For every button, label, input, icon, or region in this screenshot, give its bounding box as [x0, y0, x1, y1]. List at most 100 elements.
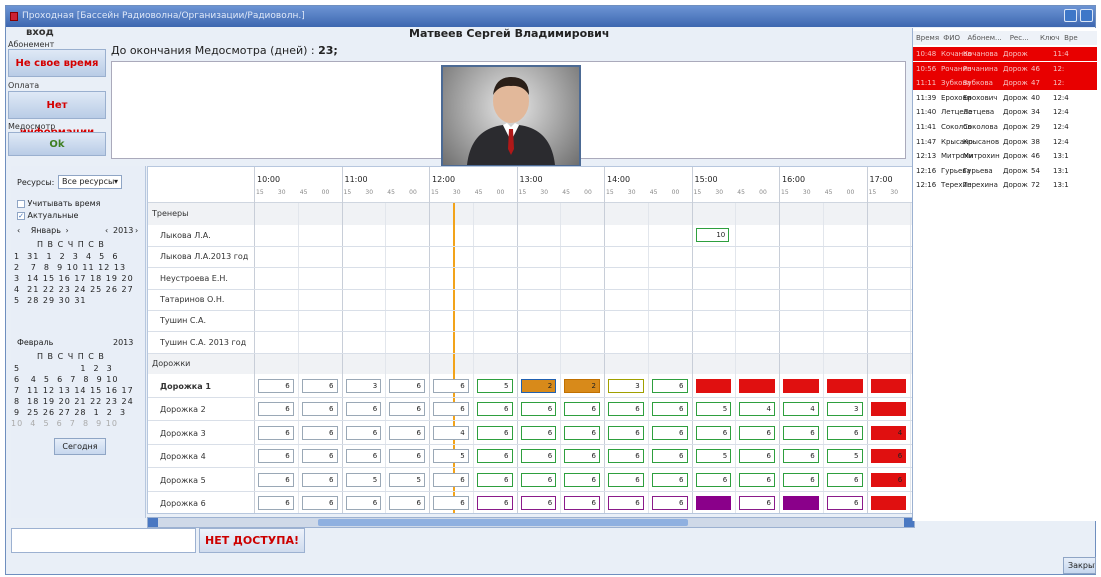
lane-session[interactable]: 6: [695, 425, 732, 440]
lane-session[interactable]: 6: [345, 425, 382, 440]
lane-session[interactable]: 6: [389, 379, 425, 393]
lane-session[interactable]: 6: [476, 449, 513, 464]
lane-session[interactable]: 6: [651, 379, 688, 393]
lane-session[interactable]: [783, 379, 819, 393]
log-row[interactable]: 12:16 ГурьеваГурьева Дорож 54 13:1: [913, 164, 1097, 178]
february-week[interactable]: 9 25 26 27 28 1 2 3: [14, 408, 126, 417]
lane-session[interactable]: 6: [345, 449, 382, 464]
january-week[interactable]: 2 7 8 9 10 11 12 13: [14, 263, 126, 272]
log-row[interactable]: 10:48 КочановКочанова Дорож 11:4: [913, 47, 1097, 61]
lane-session[interactable]: 6: [870, 449, 907, 464]
prev-year-icon[interactable]: ‹: [105, 226, 108, 235]
january-week[interactable]: 5 28 29 30 31: [14, 296, 87, 305]
actual-checkbox[interactable]: ✓ Актуальные: [17, 211, 78, 220]
january-week[interactable]: 1 31 1 2 3 4 5 6: [14, 252, 118, 261]
lane-session[interactable]: 6: [739, 496, 775, 510]
lane-session[interactable]: 6: [651, 472, 688, 487]
horizontal-scrollbar[interactable]: [147, 517, 915, 528]
lane-session[interactable]: 6: [739, 472, 775, 487]
lane-session[interactable]: 6: [345, 496, 382, 510]
lane-session[interactable]: 6: [564, 496, 600, 510]
lane-session[interactable]: 6: [564, 449, 600, 464]
lane-session[interactable]: 6: [520, 449, 557, 464]
lane-session[interactable]: 6: [476, 402, 513, 417]
lane-session[interactable]: 5: [389, 472, 425, 487]
lane-session[interactable]: 2: [520, 379, 557, 393]
lane-session[interactable]: 6: [826, 496, 863, 510]
lane-session[interactable]: 6: [476, 472, 513, 487]
lane-session[interactable]: 6: [520, 402, 557, 417]
lane-session[interactable]: 6: [564, 402, 600, 417]
log-row[interactable]: 12:16 ТерехинТерехина Дорож 72 13:1: [913, 178, 1097, 192]
resources-select[interactable]: Все ресурсы ▾: [58, 175, 122, 189]
lane-session[interactable]: 6: [476, 425, 513, 440]
lane-session[interactable]: 5: [433, 449, 469, 464]
log-row[interactable]: 11:41 СоколовСоколова Дорож 29 12:4: [913, 120, 1097, 134]
subscription-status[interactable]: Не свое время: [8, 49, 106, 77]
scrollbar-thumb[interactable]: [318, 519, 688, 526]
lane-session[interactable]: [695, 379, 732, 393]
lane-session[interactable]: 6: [520, 496, 557, 510]
lane-session[interactable]: 6: [608, 472, 644, 487]
lane-session[interactable]: 6: [739, 449, 775, 464]
lane-session[interactable]: 6: [608, 496, 644, 510]
lane-session[interactable]: 6: [608, 449, 644, 464]
today-button[interactable]: Сегодня: [54, 438, 106, 455]
lane-session[interactable]: [870, 496, 907, 510]
medical-status[interactable]: Ok: [8, 132, 106, 156]
february-week[interactable]: 6 4 5 6 7 8 9 10: [14, 375, 118, 384]
payment-status[interactable]: Нет информации: [8, 91, 106, 138]
lane-session[interactable]: [695, 496, 732, 510]
february-week[interactable]: 7 11 12 13 14 15 16 17: [14, 386, 134, 395]
lane-session[interactable]: 5: [476, 379, 513, 393]
lane-session[interactable]: 6: [389, 402, 425, 417]
lane-session[interactable]: 6: [345, 402, 382, 417]
close-button[interactable]: Закрыть: [1063, 557, 1096, 574]
trainer-session[interactable]: 10: [695, 228, 730, 242]
lane-session[interactable]: 6: [476, 496, 513, 510]
february-week[interactable]: 10 4 5 6 7 8 9 10: [11, 419, 118, 428]
lane-session[interactable]: 6: [258, 425, 294, 440]
lane-session[interactable]: 6: [258, 379, 294, 393]
lane-session[interactable]: 6: [826, 472, 863, 487]
lane-session[interactable]: 6: [301, 449, 338, 464]
lane-session[interactable]: 5: [826, 449, 863, 464]
lane-session[interactable]: [826, 379, 863, 393]
prev-month-icon[interactable]: ‹: [17, 226, 20, 235]
february-week[interactable]: 8 18 19 20 21 22 23 24: [14, 397, 134, 406]
lane-session[interactable]: 4: [783, 402, 819, 417]
maximize-button[interactable]: [1080, 9, 1093, 22]
card-input[interactable]: [11, 528, 196, 553]
lane-session[interactable]: [783, 496, 819, 510]
february-week[interactable]: 5 1 2 3: [14, 364, 113, 373]
log-row[interactable]: 11:39 ЕроховиЕрохович Дорож 40 12:4: [913, 91, 1097, 105]
lane-session[interactable]: 6: [389, 496, 425, 510]
next-month-icon[interactable]: ›: [66, 226, 69, 235]
lane-session[interactable]: [739, 379, 775, 393]
january-week[interactable]: 3 14 15 16 17 18 19 20: [14, 274, 134, 283]
lane-session[interactable]: 6: [301, 472, 338, 487]
log-row[interactable]: 11:40 ЛетцеваЛетцева Дорож 34 12:4: [913, 105, 1097, 119]
lane-session[interactable]: 4: [870, 425, 907, 440]
log-col-name[interactable]: ФИО: [943, 31, 965, 45]
lane-session[interactable]: [870, 379, 907, 393]
lane-session[interactable]: 6: [651, 402, 688, 417]
lane-session[interactable]: 6: [258, 402, 294, 417]
lane-session[interactable]: 6: [301, 379, 338, 393]
lane-session[interactable]: 2: [564, 379, 600, 393]
lane-session[interactable]: 6: [651, 496, 688, 510]
lane-session[interactable]: 6: [258, 449, 294, 464]
lane-session[interactable]: 6: [651, 425, 688, 440]
lane-session[interactable]: 6: [783, 472, 819, 487]
lane-session[interactable]: 6: [783, 449, 819, 464]
next-year-icon[interactable]: ›: [135, 226, 138, 235]
lane-session[interactable]: 6: [695, 472, 732, 487]
lane-session[interactable]: 6: [389, 449, 425, 464]
lane-session[interactable]: 5: [695, 402, 732, 417]
log-row[interactable]: 11:11 ЗубковаЗубкова Дорож 47 12:: [913, 76, 1097, 91]
lane-session[interactable]: 6: [389, 425, 425, 440]
log-col-key[interactable]: Ключ: [1040, 31, 1062, 45]
lane-session[interactable]: 6: [564, 472, 600, 487]
lane-session[interactable]: 6: [433, 379, 469, 393]
lane-session[interactable]: 6: [258, 496, 294, 510]
